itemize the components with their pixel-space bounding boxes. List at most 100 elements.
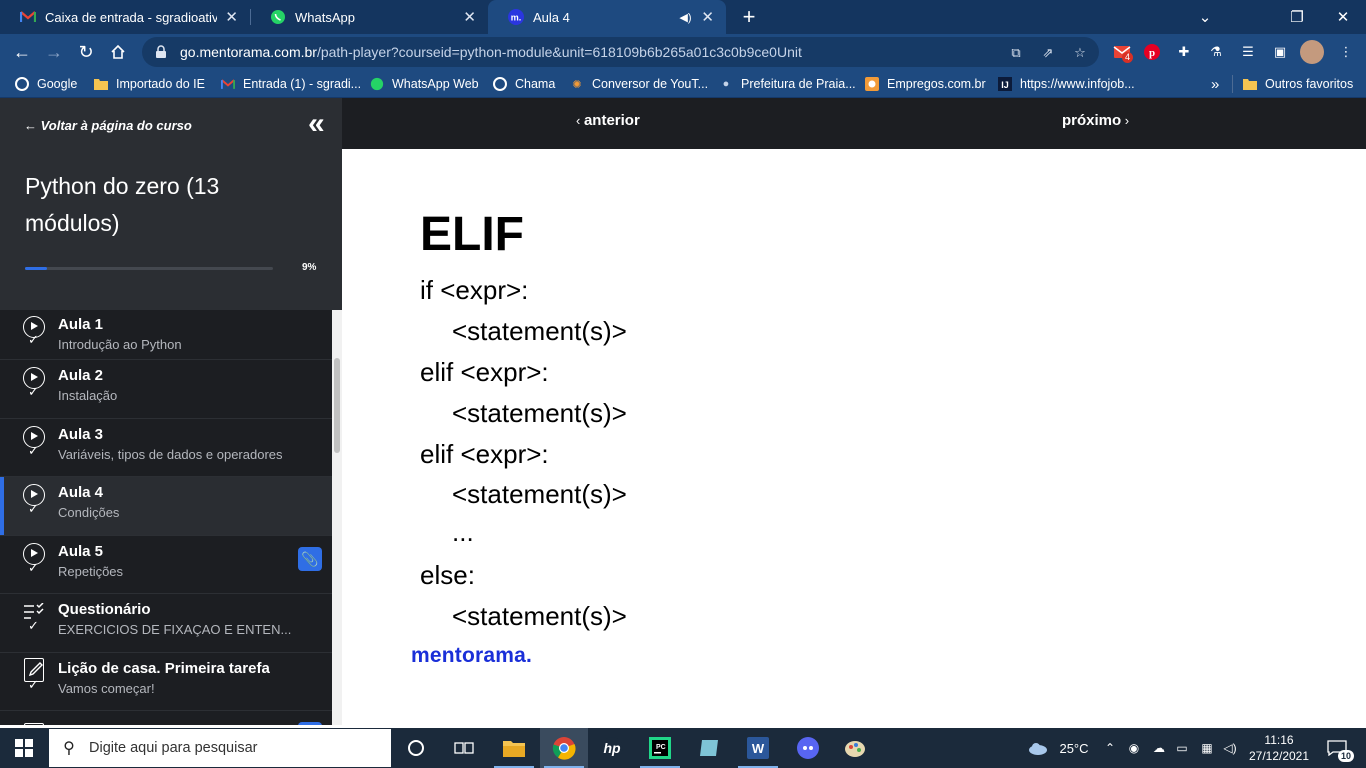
bookmark-chama[interactable]: Chama	[492, 70, 555, 98]
lesson-item-aula-2[interactable]: ✓ Aula 2 Instalação	[0, 360, 332, 419]
chrome-icon[interactable]	[540, 728, 588, 768]
lesson-item-aula-4[interactable]: ✓ Aula 4 Condições	[0, 477, 332, 536]
bookmark-label: https://www.infojob...	[1020, 77, 1135, 91]
collapse-sidebar-icon[interactable]: «	[308, 109, 336, 140]
new-tab-button[interactable]: +	[738, 4, 760, 30]
profile-avatar[interactable]	[1300, 40, 1324, 64]
bookmark-empregos[interactable]: Empregos.com.br	[864, 70, 986, 98]
close-icon[interactable]: ✕	[225, 8, 238, 26]
lesson-title: Aula 1	[58, 316, 104, 333]
lesson-item-aula-1[interactable]: ✓ Aula 1 Introdução ao Python	[0, 310, 332, 360]
lesson-item-aula-5[interactable]: ✓ Aula 5 Repetições 📎	[0, 536, 332, 594]
tab-search-chevron-icon[interactable]: ⌄	[1182, 0, 1228, 34]
temperature-label[interactable]: 25°C	[1054, 728, 1094, 768]
back-to-course-link[interactable]: ← Voltar à página do curso	[24, 118, 192, 133]
volume-icon[interactable]: ◁)	[1220, 728, 1240, 768]
notes-app-icon[interactable]	[686, 728, 734, 768]
reading-list-icon[interactable]: ☰	[1238, 42, 1258, 62]
code-line: ...	[452, 517, 474, 547]
forward-arrow-icon[interactable]: →	[40, 38, 68, 66]
tab-gmail[interactable]: Caixa de entrada - sgradioativo@ ✕	[0, 0, 250, 34]
labs-flask-icon[interactable]: ⚗	[1206, 42, 1226, 62]
url-path: /path-player?courseid=python-module&unit…	[316, 44, 802, 60]
bookmark-conversor[interactable]: ✺ Conversor de YouT...	[569, 70, 708, 98]
extensions-puzzle-icon[interactable]: ✚	[1174, 42, 1194, 62]
discord-icon[interactable]	[784, 728, 832, 768]
lesson-subtitle: Condições	[58, 505, 120, 520]
menu-dots-icon[interactable]: ⋮	[1336, 42, 1356, 62]
system-clock[interactable]: 11:16 27/12/2021	[1243, 732, 1315, 764]
previous-lesson-button[interactable]: ‹ anterior	[576, 112, 640, 129]
home-icon[interactable]	[104, 38, 132, 66]
notification-center-icon[interactable]: 10	[1322, 728, 1355, 768]
battery-icon[interactable]: ▭	[1172, 728, 1192, 768]
next-lesson-button[interactable]: próximo ›	[1062, 112, 1129, 129]
meet-now-icon[interactable]: ◉	[1124, 728, 1144, 768]
bookmark-divider	[1232, 75, 1233, 93]
reload-icon[interactable]: ↻	[72, 38, 100, 66]
lesson-title: Lição de casa. Primeira tarefa	[58, 659, 270, 677]
bookmark-label: Conversor de YouT...	[592, 77, 709, 91]
close-icon[interactable]: ✕	[463, 8, 476, 26]
bookmark-whatsapp-web[interactable]: WhatsApp Web	[369, 70, 479, 98]
course-title: Python do zero (13 módulos)	[25, 173, 220, 236]
onedrive-icon[interactable]: ☁	[1148, 728, 1170, 768]
course-progress-fill	[25, 267, 48, 270]
file-explorer-icon[interactable]	[490, 728, 538, 768]
paperclip-icon[interactable]: 📎	[298, 546, 322, 571]
more-bookmarks-button[interactable]: »	[1211, 70, 1219, 98]
whatsapp-icon	[270, 9, 286, 25]
tab-aula-4[interactable]: m. Aula 4 ◀) ✕	[488, 0, 726, 34]
bookmark-infojobs[interactable]: IJ https://www.infojob...	[997, 70, 1135, 98]
paint-icon[interactable]	[832, 728, 880, 768]
task-view-icon[interactable]	[440, 728, 488, 768]
gmail-extension-icon[interactable]: 4	[1112, 42, 1134, 63]
gmail-badge: 4	[1122, 52, 1134, 63]
translate-icon[interactable]: ⧉	[1008, 45, 1024, 61]
code-line: <statement(s)>	[452, 601, 627, 631]
lesson-item-partial[interactable]	[0, 711, 332, 725]
svg-text:m.: m.	[511, 13, 522, 23]
hp-icon[interactable]: hp	[588, 728, 636, 768]
chevron-up-icon[interactable]: ⌃	[1100, 728, 1120, 768]
pycharm-icon[interactable]: PC	[636, 728, 684, 768]
address-bar[interactable]: go.mentorama.com.br/path-player?courseid…	[142, 37, 1099, 67]
mentorama-icon: m.	[508, 9, 524, 25]
back-arrow-icon[interactable]: ←	[8, 38, 36, 66]
windows-start-icon[interactable]	[0, 728, 48, 768]
lesson-subtitle: Variáveis, tipos de dados e operadores	[58, 446, 283, 462]
pinterest-icon[interactable]: p	[1142, 42, 1162, 62]
lock-icon	[154, 45, 168, 59]
paperclip-icon[interactable]	[298, 722, 322, 725]
tab-title: Caixa de entrada - sgradioativo@	[45, 9, 218, 25]
lesson-item-licao-de-casa[interactable]: ✓ Lição de casa. Primeira tarefa Vamos c…	[0, 653, 332, 711]
bookmark-star-icon[interactable]: ☆	[1072, 45, 1088, 61]
lesson-item-aula-3[interactable]: ✓ Aula 3 Variáveis, tipos de dados e ope…	[0, 419, 332, 477]
browser-toolbar: ← → ↻ go.mentorama.com.br/path-player?co…	[0, 34, 1366, 70]
cortana-icon[interactable]	[392, 728, 440, 768]
bookmark-outros-favoritos[interactable]: Outros favoritos	[1242, 70, 1353, 98]
bookmark-importado-ie[interactable]: Importado do IE	[93, 70, 205, 98]
bookmark-google[interactable]: Google	[14, 70, 77, 98]
share-icon[interactable]: ⇗	[1040, 45, 1056, 61]
lesson-list-scrollbar[interactable]	[332, 310, 342, 725]
scrollbar-thumb[interactable]	[334, 358, 340, 453]
close-window-icon[interactable]: ✕	[1320, 0, 1366, 34]
bookmark-prefeitura[interactable]: ● Prefeitura de Praia...	[718, 70, 856, 98]
tab-whatsapp[interactable]: WhatsApp ✕	[250, 0, 488, 34]
restore-window-icon[interactable]: ❐	[1274, 0, 1320, 34]
pin-icon: ●	[722, 78, 730, 90]
bookmark-entrada[interactable]: Entrada (1) - sgradi...	[220, 70, 361, 98]
svg-text:hp: hp	[603, 740, 621, 756]
lesson-list: ✓ Aula 1 Introdução ao Python ✓ Aula 2 I…	[0, 310, 332, 725]
weather-cloud-icon[interactable]	[1026, 728, 1050, 768]
gmail-icon	[20, 9, 36, 25]
speaker-icon[interactable]: ◀)	[677, 9, 693, 25]
network-icon[interactable]: ▦	[1196, 728, 1218, 768]
word-icon[interactable]: W	[734, 728, 782, 768]
bookmark-label: WhatsApp Web	[392, 77, 479, 91]
taskbar-search-box[interactable]: ⚲ Digite aqui para pesquisar	[49, 729, 391, 767]
side-panel-icon[interactable]: ▣	[1270, 42, 1290, 62]
close-icon[interactable]: ✕	[701, 8, 714, 26]
lesson-item-questionario[interactable]: ✓ Questionário EXERCICIOS DE FIXAÇAO E E…	[0, 594, 332, 653]
